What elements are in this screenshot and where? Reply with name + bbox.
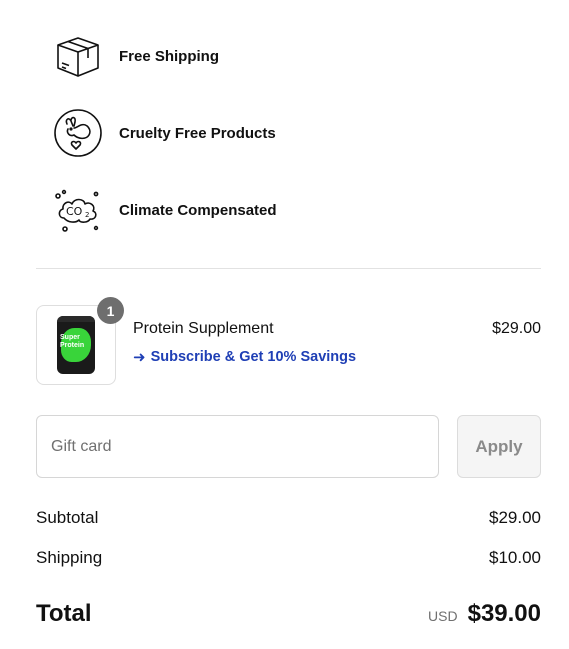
product-name: Protein Supplement [133,320,274,337]
perk-label: Climate Compensated [119,201,277,219]
gift-card-input[interactable] [36,415,439,478]
subtotal-value: $29.00 [489,508,541,527]
perk-climate-compensated: CO 2 Climate Compensated [50,180,277,240]
currency-code: USD [428,608,458,624]
perk-free-shipping: Free Shipping [50,26,219,86]
divider [36,268,541,269]
perk-cruelty-free: Cruelty Free Products [50,103,276,163]
box-icon [50,28,106,84]
arrow-right-icon: ➜ [133,349,146,366]
apply-button[interactable]: Apply [457,415,541,478]
product-image: Super Protein [57,316,95,374]
quantity-badge: 1 [97,297,124,324]
total-amount: USD $39.00 [428,600,541,628]
shipping-value: $10.00 [489,548,541,567]
subtotal-label: Subtotal [36,508,99,527]
total-label: Total [36,600,92,627]
shipping-label: Shipping [36,548,103,567]
rabbit-heart-icon [50,105,106,161]
order-summary: Free Shipping Cruelty Free Products CO 2… [0,0,569,649]
subscribe-savings-label: Subscribe & Get 10% Savings [150,349,357,365]
subscribe-savings-link[interactable]: ➜ Subscribe & Get 10% Savings [133,348,356,366]
total-value: $39.00 [467,600,541,627]
product-image-text: Super Protein [60,334,85,349]
perk-label: Free Shipping [119,47,220,65]
co2-cloud-icon: CO 2 [50,182,106,238]
perk-label: Cruelty Free Products [119,124,276,142]
svg-text:2: 2 [85,211,89,219]
svg-text:CO: CO [66,205,83,218]
product-price: $29.00 [492,320,541,337]
